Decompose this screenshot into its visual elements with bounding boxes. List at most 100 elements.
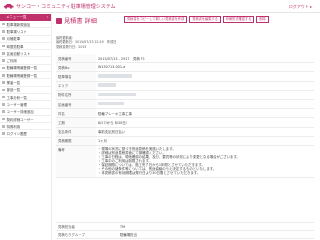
field-value: 1ヶ月: [96, 136, 314, 146]
delete-button[interactable]: 削除: [256, 16, 269, 23]
redacted-value: [98, 101, 124, 106]
sidebar-item-label: 駐輪場情報登録一覧: [6, 73, 38, 78]
sidebar-item-label: 月極駐車: [6, 37, 21, 42]
field-label: 駐車場名: [56, 71, 96, 82]
redacted-value: [98, 83, 116, 87]
action-bar: 見積書をコピーして新しい見積書を作成 見積書を編集する 印刷形式確認する 削除: [124, 16, 269, 23]
table-row: 見積期限 1ヶ月: [56, 136, 314, 146]
sidebar-item-label: 工事分析一覧: [6, 95, 27, 100]
note-line: ・本見積書の有効期限は発行日より30日間とさせていただきます。: [98, 171, 201, 176]
field-value: 駐輪場担当: [120, 233, 137, 237]
menu-bullet-icon: [2, 81, 5, 84]
bottom-info: 見積担当者 TM 見積もりグループ 駐輪場担当: [56, 222, 314, 239]
field-label: 支払条件: [56, 127, 96, 137]
menu-bullet-icon: [2, 132, 5, 135]
table-row: エリア: [56, 81, 314, 91]
main-content: 見積書 詳細 見積書をコピーして新しい見積書を作成 見積書を編集する 印刷形式確…: [56, 16, 314, 179]
table-row: 見積担当者 TM: [56, 223, 314, 231]
sidebar-item[interactable]: 業者一覧: [0, 79, 51, 87]
table-row: 支払条件 事前支払別日払い: [56, 127, 314, 137]
menu-bullet-icon: [2, 22, 5, 26]
sidebar-item-label: 区画自動リスト: [6, 51, 31, 56]
field-label: 備考: [56, 145, 96, 179]
field-label: 見積番号: [56, 54, 96, 64]
sidebar-item-label: 業者一覧: [6, 81, 21, 86]
menu-bullet-icon: [2, 30, 5, 33]
sidebar-item[interactable]: 駐輪場情報登録一覧: [0, 72, 51, 80]
field-label: 見積もりグループ: [58, 233, 85, 237]
menu-bullet-icon: [2, 88, 5, 92]
field-value: 駐輪ブレーキ工事工事: [96, 108, 314, 119]
copy-estimate-button[interactable]: 見積書をコピーして新しい見積書を作成: [124, 16, 188, 23]
sidebar-item-label: 特殊利用: [6, 124, 21, 129]
sidebar-item[interactable]: 駐輪場情報登録一覧: [0, 65, 51, 73]
menu-bullet-icon: [2, 110, 5, 113]
menu-bullet-icon: [2, 52, 5, 55]
sidebar-item-label: 駐車場リスト: [6, 29, 27, 34]
meta-line: 見積書発行日：2015: [56, 44, 87, 49]
sidebar-item-label: ご利用: [6, 59, 17, 64]
table-row: 物件住所: [56, 90, 314, 100]
sidebar-item[interactable]: 時間貸駐車: [0, 43, 51, 51]
table-row: 件名 駐輪ブレーキ工事工事: [56, 108, 314, 119]
sidebar-item[interactable]: 契約詳細ユーザー: [0, 116, 51, 124]
table-row: 区画番号: [56, 99, 314, 110]
menu-bullet-icon: [2, 44, 5, 48]
sidebar-item[interactable]: 月極駐車: [0, 36, 51, 43]
chevron-right-icon: ›: [46, 15, 48, 19]
document-icon: [56, 17, 62, 24]
sidebar-item[interactable]: 工事分析一覧: [0, 94, 51, 102]
app-title: サンコー・コミュニティ駐車場管理システム: [16, 4, 116, 10]
menu-bullet-icon: [2, 95, 5, 99]
field-value: 8/27/から 8/30日/: [96, 117, 314, 128]
sidebar-item[interactable]: 駐車場リスト: [0, 28, 51, 36]
sidebar-item[interactable]: 部品一覧: [0, 87, 51, 94]
menu-bullet-icon: [2, 73, 5, 77]
sidebar-header[interactable]: メニュー一覧 ›: [0, 14, 51, 21]
menu-bullet-icon: [2, 125, 5, 128]
field-value: TM: [120, 224, 125, 229]
redacted-value: [98, 92, 136, 97]
field-value: [96, 90, 314, 100]
sidebar-item-label: 契約詳細ユーザー: [6, 117, 34, 122]
field-label: エリア: [56, 81, 96, 91]
field-value: [96, 81, 314, 91]
sidebar-item[interactable]: ユーザー詳細追加: [0, 109, 51, 116]
field-value: W150713-001-a: [96, 62, 314, 73]
sidebar-item-label: 駐輪場情報登録一覧: [6, 66, 38, 71]
sidebar: メニュー一覧 › 駐車場新規追加 駐車場リスト 月極駐車 時間貸駐車 区画自動リ…: [0, 14, 52, 240]
menu-bullet-icon: [2, 66, 5, 70]
table-row: 見積もりグループ 駐輪場担当: [56, 231, 314, 239]
sidebar-item[interactable]: 駐車場新規追加: [0, 21, 51, 29]
sidebar-item[interactable]: ログイン履歴: [0, 130, 51, 138]
edit-estimate-button[interactable]: 見積書を編集する: [189, 16, 221, 23]
sidebar-item-label: ユーザー管理: [6, 102, 27, 107]
menu-bullet-icon: [2, 59, 5, 62]
field-label: 件名: [56, 108, 96, 119]
menu-bullet-icon: [2, 103, 5, 106]
field-label: 見積No: [56, 62, 96, 73]
page-title: 見積書 詳細: [64, 18, 97, 25]
field-label: 工期: [56, 117, 96, 128]
field-value: 事前支払別日払い: [96, 127, 314, 137]
field-label: 見積期限: [56, 136, 96, 146]
sidebar-item-label: 時間貸駐車: [6, 44, 24, 49]
field-label: 物件住所: [56, 90, 96, 100]
logout-link[interactable]: ログアウト ▸: [289, 4, 312, 10]
table-row: 工期 8/27/から 8/30日/: [56, 117, 314, 128]
detail-table: 見積番号 2015/07/13 - 2917 見積 F1 見積No W15071…: [56, 54, 314, 179]
sidebar-item[interactable]: ユーザー管理: [0, 101, 51, 109]
table-row: 見積No W150713-001-a: [56, 62, 314, 73]
sidebar-item-label: 部品一覧: [6, 88, 21, 93]
redacted-value: [98, 74, 132, 78]
sidebar-item[interactable]: ご利用: [0, 57, 51, 65]
sidebar-item-label: ユーザー詳細追加: [6, 110, 34, 115]
field-value: [96, 71, 314, 82]
print-check-button[interactable]: 印刷形式確認する: [222, 16, 255, 23]
table-row: 備考 ・現場の状況に基づき別途見積を実施いたします。 ・詳細は別途見積書面にて御…: [56, 145, 314, 179]
sidebar-item[interactable]: 特殊利用: [0, 123, 51, 131]
meta-info: 最終更新者： 最終更新日：2015/07/13 22:19 作成日 見積書発行日…: [56, 36, 116, 49]
sidebar-item[interactable]: 区画自動リスト: [0, 50, 51, 58]
table-row: 駐車場名: [56, 71, 314, 82]
field-label: 区画番号: [56, 99, 96, 110]
